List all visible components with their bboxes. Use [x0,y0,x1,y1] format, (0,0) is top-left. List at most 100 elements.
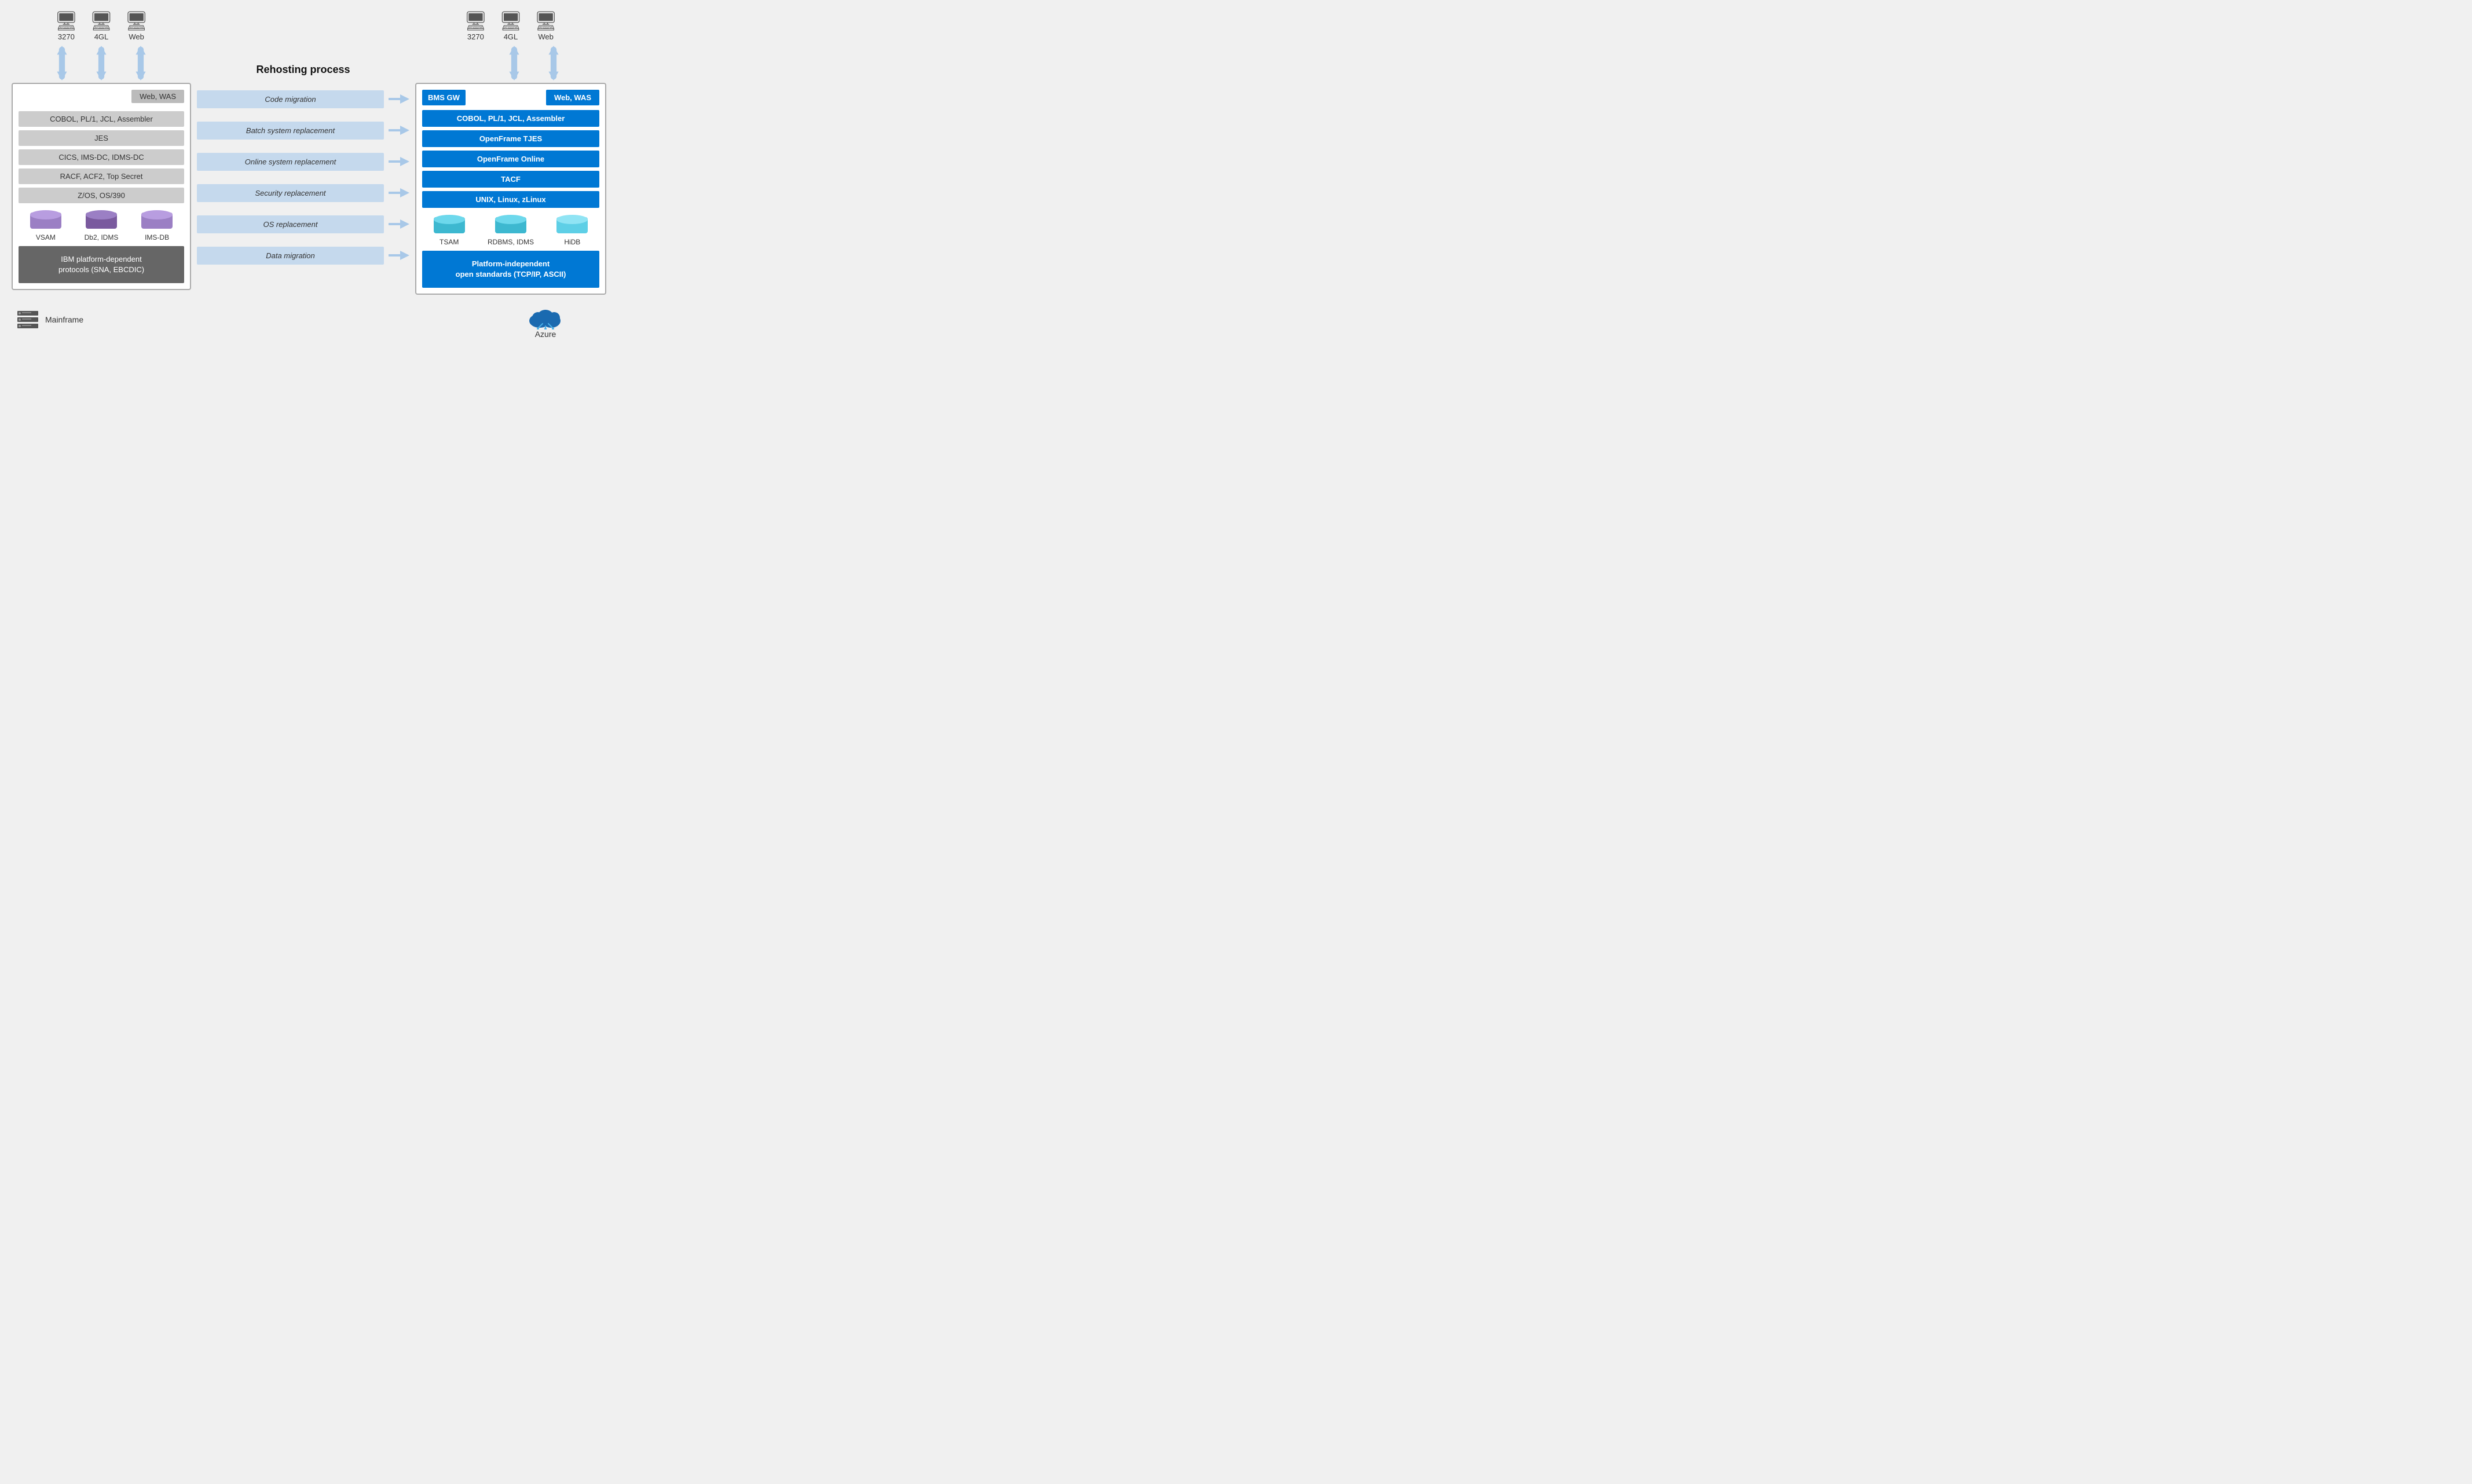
top-row: 🖥 3270 🖥 4GL 🖥 Web [12,12,606,295]
left-bar-jes: JES [19,130,184,146]
imsdb-cylinder [141,210,173,231]
left-db-group: VSAM Db2, IDMS IMS-D [19,210,184,241]
right-monitor-4gl: 🖥 4GL [499,12,523,41]
left-arrow-3 [133,46,149,80]
process-label-code-migration: Code migration [197,90,384,108]
process-item-data: Data migration [197,243,409,268]
db2-cylinder-top [86,210,117,219]
left-bar-cobol: COBOL, PL/1, JCL, Assembler [19,111,184,127]
right-monitor-label-web: Web [538,32,554,41]
right-db-hidb: HiDB [556,215,588,246]
tsam-cylinder [434,215,465,236]
process-label-security: Security replacement [197,184,384,202]
right-monitor-3270: 🖥 3270 [464,12,488,41]
top-blue-bars: BMS GW Web, WAS [422,90,599,105]
left-monitor-3270: 🖥 3270 [54,12,78,41]
process-arrow-4 [389,218,409,230]
process-label-online: Online system replacement [197,153,384,171]
process-item-online: Online system replacement [197,149,409,174]
right-arrow-2 [545,46,562,80]
left-monitor-label-4gl: 4GL [94,32,109,41]
right-section: 🖥 3270 🖥 4GL 🖥 Web [415,12,606,295]
right-monitor-icon-4gl: 🖥 [499,12,523,30]
right-monitor-label-4gl: 4GL [504,32,518,41]
process-item-security: Security replacement [197,180,409,206]
rdbms-cylinder [495,215,526,236]
left-db-imsdb-label: IMS-DB [145,233,169,241]
azure-bottom: Azure [525,301,600,339]
left-monitor-label-web: Web [129,32,144,41]
left-arrow-2 [93,46,109,80]
monitor-icon-web: 🖥 [124,12,148,30]
right-monitor-icon-web: 🖥 [534,12,558,30]
hidb-cylinder [556,215,588,236]
process-label-data: Data migration [197,247,384,265]
right-db-rdbms-label: RDBMS, IDMS [488,238,534,246]
azure-box: BMS GW Web, WAS COBOL, PL/1, JCL, Assemb… [415,83,606,295]
right-db-rdbms: RDBMS, IDMS [488,215,534,246]
server-stack-icon [17,311,38,328]
bms-gw-bar: BMS GW [422,90,466,105]
process-list: Code migration Batch system replacement [197,86,409,268]
rdbms-cylinder-top [495,215,526,224]
left-bar-racf: RACF, ACF2, Top Secret [19,168,184,184]
right-monitor-icon-3270: 🖥 [464,12,488,30]
mainframe-label: Mainframe [45,315,83,324]
right-bar-online: OpenFrame Online [422,151,599,167]
mainframe-box: Web, WAS COBOL, PL/1, JCL, Assembler JES… [12,83,191,290]
left-monitor-4gl: 🖥 4GL [90,12,113,41]
process-arrow-2 [389,156,409,167]
right-bar-unix: UNIX, Linux, zLinux [422,191,599,208]
left-bar-cics: CICS, IMS-DC, IDMS-DC [19,149,184,165]
process-label-batch: Batch system replacement [197,122,384,140]
monitor-icon-3270: 🖥 [54,12,78,30]
imsdb-cylinder-top [141,210,173,219]
right-arrow-1 [506,46,522,80]
left-arrow-1 [54,46,70,80]
process-arrow-5 [389,250,409,261]
right-bar-cobol: COBOL, PL/1, JCL, Assembler [422,110,599,127]
right-db-group: TSAM RDBMS, IDMS HiD [422,215,599,246]
hidb-cylinder-top [556,215,588,224]
ibm-platform-box: IBM platform-dependent protocols (SNA, E… [19,246,184,283]
left-db-vsam-label: VSAM [36,233,56,241]
monitor-icon-4gl: 🖥 [90,12,113,30]
middle-section: Rehosting process Code migration Batch s [197,12,409,268]
left-db-db2: Db2, IDMS [85,210,119,241]
right-bar-tjes: OpenFrame TJES [422,130,599,147]
right-db-tsam-label: TSAM [440,238,459,246]
azure-label: Azure [535,329,556,339]
process-item-os: OS replacement [197,211,409,237]
right-monitor-web: 🖥 Web [534,12,558,41]
left-arrows [54,46,149,80]
cloud-icon [525,301,566,329]
process-item-batch: Batch system replacement [197,118,409,143]
right-db-tsam: TSAM [434,215,465,246]
left-db-db2-label: Db2, IDMS [85,233,119,241]
left-monitor-group: 🖥 3270 🖥 4GL 🖥 Web [54,12,148,41]
right-db-hidb-label: HiDB [564,238,580,246]
process-item-code-migration: Code migration [197,86,409,112]
vsam-cylinder-top [30,210,61,219]
page-container: 🖥 3270 🖥 4GL 🖥 Web [12,12,606,339]
left-section: 🖥 3270 🖥 4GL 🖥 Web [12,12,191,290]
process-arrow-0 [389,93,409,105]
bottom-row: Mainframe Azure [12,301,606,339]
db2-cylinder [86,210,117,231]
left-monitor-web: 🖥 Web [124,12,148,41]
right-monitor-group: 🖥 3270 🖥 4GL 🖥 Web [464,12,558,41]
left-web-was-tag: Web, WAS [131,90,184,103]
process-arrow-1 [389,124,409,136]
process-label-os: OS replacement [197,215,384,233]
tsam-cylinder-top [434,215,465,224]
left-db-vsam: VSAM [30,210,61,241]
right-bar-tacf: TACF [422,171,599,188]
mainframe-bottom: Mainframe [17,301,83,339]
left-monitor-label-3270: 3270 [58,32,75,41]
left-db-imsdb: IMS-DB [141,210,173,241]
platform-box: Platform-independent open standards (TCP… [422,251,599,288]
rehosting-title: Rehosting process [256,64,350,76]
right-web-was-tag: Web, WAS [546,90,599,105]
right-monitor-label-3270: 3270 [467,32,484,41]
right-arrows [460,46,562,80]
